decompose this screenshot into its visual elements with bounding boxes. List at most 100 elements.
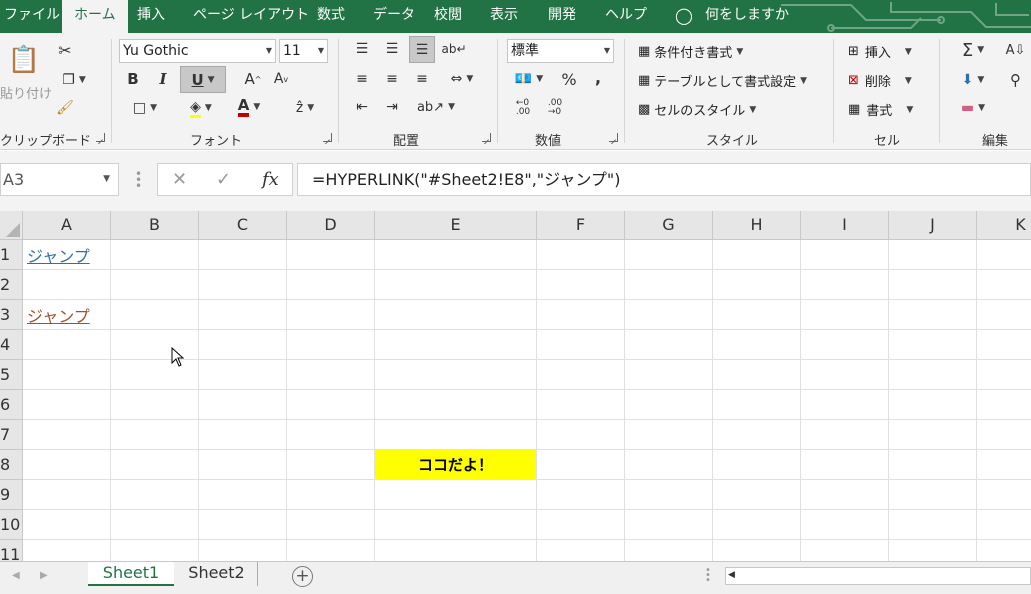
grow-font-button[interactable]: A ^ <box>242 68 264 90</box>
fill-icon[interactable]: ⬇ ▼ <box>953 69 993 91</box>
row-header-3[interactable]: 3 <box>0 300 23 330</box>
column-header-h[interactable]: H <box>713 211 801 240</box>
bold-button[interactable]: B <box>122 68 144 90</box>
currency-icon[interactable]: 💶 ▼ <box>509 69 549 89</box>
tab-insert[interactable]: 挿入 <box>137 0 165 33</box>
merge-center-icon[interactable]: ⇔ ▼ <box>441 69 483 89</box>
copy-icon[interactable]: ❐ ▼ <box>52 69 96 91</box>
circuit-pattern-icon <box>781 2 1031 32</box>
shrink-font-button[interactable]: Av <box>270 68 292 90</box>
cut-icon[interactable]: ✂ <box>52 39 78 61</box>
row-header-9[interactable]: 9 <box>0 480 23 510</box>
sort-filter-icon[interactable]: A⇩ <box>1000 39 1031 61</box>
sheet-tab-sheet2[interactable]: Sheet2 <box>176 562 258 586</box>
row-header-5[interactable]: 5 <box>0 360 23 390</box>
tab-home[interactable]: ホーム <box>62 0 128 33</box>
fill-color-button[interactable]: ◈ ▼ <box>180 97 222 119</box>
row-header-11[interactable]: 11 <box>0 540 23 561</box>
format-painter-icon[interactable]: 🖌 <box>52 97 78 119</box>
orientation-icon[interactable]: ab↗ ▼ <box>415 97 457 117</box>
paste-label[interactable]: 貼り付け <box>0 83 52 102</box>
align-bottom-icon[interactable]: ☰ <box>409 36 435 63</box>
column-header-e[interactable]: E <box>375 211 537 240</box>
row-header-10[interactable]: 10 <box>0 510 23 540</box>
conditional-formatting-button[interactable]: ▦ 条件付き書式 ▼ <box>638 42 743 61</box>
align-top-icon[interactable]: ☰ <box>351 39 373 59</box>
tab-view[interactable]: 表示 <box>490 0 518 33</box>
clipboard-launcher-icon[interactable] <box>96 133 105 142</box>
row-header-1[interactable]: 1 <box>0 240 23 270</box>
row-header-8[interactable]: 8 <box>0 450 23 480</box>
column-header-b[interactable]: B <box>111 211 199 240</box>
column-header-c[interactable]: C <box>199 211 287 240</box>
formula-input[interactable]: =HYPERLINK("#Sheet2!E8","ジャンプ") <box>297 163 1031 196</box>
format-cells-button[interactable]: ▦ 書式 ▼ <box>848 100 913 119</box>
phonetic-button[interactable]: ẑ ▼ <box>284 97 326 119</box>
percent-button[interactable]: % <box>557 69 581 89</box>
row-header-6[interactable]: 6 <box>0 390 23 420</box>
cell-a3-hyperlink[interactable]: ジャンプ <box>27 303 90 327</box>
scroll-tabs-right-icon[interactable]: ▶ <box>40 570 48 581</box>
number-format-select[interactable]: 標準 ▼ <box>507 39 614 63</box>
resize-handle-icon[interactable]: • • • <box>135 168 142 192</box>
select-all-button[interactable] <box>0 211 23 240</box>
column-header-g[interactable]: G <box>625 211 713 240</box>
italic-button[interactable]: I <box>152 68 174 90</box>
row-header-7[interactable]: 7 <box>0 420 23 450</box>
column-header-f[interactable]: F <box>537 211 625 240</box>
decrease-decimal-icon[interactable]: .00 →0 <box>543 97 567 119</box>
column-header-k[interactable]: K <box>977 211 1031 240</box>
format-as-table-button[interactable]: ▦ テーブルとして書式設定 ▼ <box>638 71 807 90</box>
underline-button[interactable]: U ▼ <box>180 66 226 93</box>
row-header-2[interactable]: 2 <box>0 270 23 300</box>
cell-a1-hyperlink[interactable]: ジャンプ <box>27 243 90 267</box>
row-header-4[interactable]: 4 <box>0 330 23 360</box>
column-header-d[interactable]: D <box>287 211 375 240</box>
cell-styles-button[interactable]: ▩ セルのスタイル ▼ <box>638 100 756 119</box>
insert-function-icon[interactable]: fx <box>262 169 279 190</box>
insert-cells-button[interactable]: ⊞ 挿入 ▼ <box>848 42 912 61</box>
number-launcher-icon[interactable] <box>609 133 618 142</box>
align-right-icon[interactable]: ≡ <box>411 69 433 89</box>
delete-cells-button[interactable]: ⊠ 削除 ▼ <box>848 71 912 90</box>
tab-file[interactable]: ファイル <box>4 0 60 33</box>
align-center-icon[interactable]: ≡ <box>381 69 403 89</box>
font-size-select[interactable]: 11 ▼ <box>279 39 328 63</box>
tab-page-layout[interactable]: ページ レイアウト <box>193 0 309 33</box>
font-name-select[interactable]: Yu Gothic ▼ <box>119 39 276 63</box>
tab-review[interactable]: 校閲 <box>434 0 462 33</box>
tab-help[interactable]: ヘルプ <box>605 0 647 33</box>
increase-decimal-icon[interactable]: ←0.00 <box>511 97 535 119</box>
autosum-icon[interactable]: Σ ▼ <box>953 39 993 61</box>
enter-icon[interactable]: ✓ <box>216 169 231 190</box>
border-button[interactable]: □ ▼ <box>122 97 168 119</box>
align-middle-icon[interactable]: ☰ <box>381 39 403 59</box>
tab-data[interactable]: データ <box>373 0 415 33</box>
font-color-button[interactable]: A ▼ <box>228 95 270 119</box>
alignment-launcher-icon[interactable] <box>482 133 491 142</box>
scroll-tabs-left-icon[interactable]: ◀ <box>12 570 20 581</box>
scroll-left-icon[interactable]: ◀ <box>728 570 735 580</box>
font-launcher-icon[interactable] <box>323 133 332 142</box>
wrap-text-icon[interactable]: ab↵ <box>441 39 466 59</box>
horizontal-scrollbar[interactable]: ◀ <box>725 567 1031 585</box>
cancel-icon[interactable]: ✕ <box>172 169 187 190</box>
tab-split-handle-icon[interactable]: • • • <box>705 566 711 586</box>
align-left-icon[interactable]: ≡ <box>351 69 373 89</box>
name-box[interactable]: A3 ▼ <box>0 163 119 196</box>
paste-icon[interactable]: 📋 <box>4 41 44 79</box>
decrease-indent-icon[interactable]: ⇤ <box>351 97 373 117</box>
cell-e8[interactable]: ココだよ！ <box>375 450 536 480</box>
sheet-tab-sheet1[interactable]: Sheet1 <box>88 562 174 586</box>
column-header-j[interactable]: J <box>889 211 977 240</box>
column-header-a[interactable]: A <box>23 211 111 240</box>
tab-developer[interactable]: 開発 <box>548 0 576 33</box>
column-header-i[interactable]: I <box>801 211 889 240</box>
comma-button[interactable]: , <box>588 67 608 87</box>
increase-indent-icon[interactable]: ⇥ <box>381 97 403 117</box>
find-select-icon[interactable]: ⚲ <box>1000 69 1031 91</box>
add-sheet-icon[interactable]: + <box>292 566 313 587</box>
table-icon: ▦ <box>638 73 651 88</box>
clear-icon[interactable]: ▬ ▼ <box>953 97 993 119</box>
tab-formulas[interactable]: 数式 <box>317 0 345 33</box>
